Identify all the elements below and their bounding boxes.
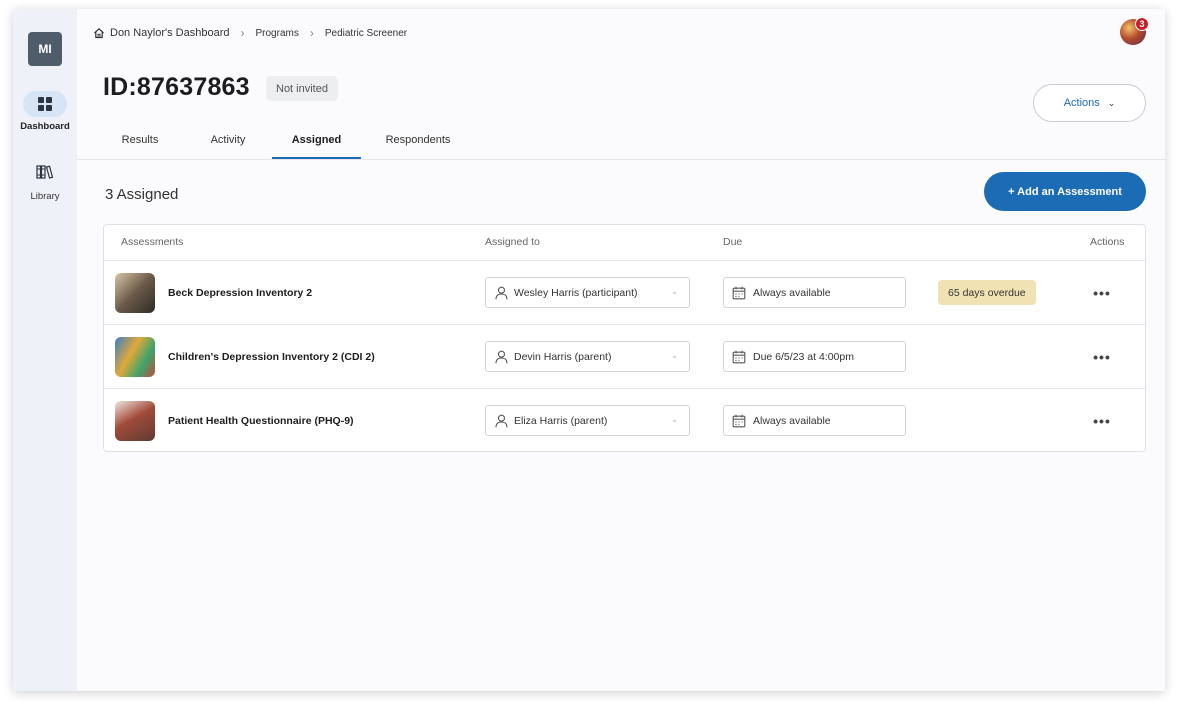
- table-row: Beck Depression Inventory 2 Wesley Harri…: [104, 260, 1145, 324]
- breadcrumb-programs[interactable]: Programs: [256, 28, 299, 39]
- assigned-to-value: Devin Harris (parent): [514, 350, 612, 363]
- sidebar-item-label: Library: [30, 191, 60, 202]
- chevron-right-icon: ›: [240, 26, 245, 40]
- due-date-field[interactable]: Always available: [723, 277, 906, 308]
- assigned-to-value: Wesley Harris (participant): [514, 286, 638, 299]
- tab-respondents[interactable]: Respondents: [371, 127, 465, 159]
- column-header-due: Due: [723, 236, 743, 248]
- breadcrumb-current: Pediatric Screener: [324, 27, 408, 39]
- calendar-icon: [732, 350, 746, 364]
- assessment-name[interactable]: Beck Depression Inventory 2: [168, 287, 312, 299]
- sidebar-item-library[interactable]: Library: [13, 159, 77, 202]
- overdue-badge: 65 days overdue: [938, 280, 1036, 305]
- calendar-icon: [732, 414, 746, 428]
- more-actions-icon[interactable]: •••: [1088, 347, 1116, 367]
- assessment-name[interactable]: Patient Health Questionnaire (PHQ-9): [168, 415, 354, 427]
- dashboard-grid-icon: [38, 97, 52, 111]
- add-assessment-button[interactable]: + Add an Assessment: [984, 172, 1146, 211]
- actions-dropdown-button[interactable]: Actions ⌄: [1033, 84, 1146, 122]
- notification-badge: 3: [1135, 17, 1149, 31]
- more-actions-icon[interactable]: •••: [1088, 411, 1116, 431]
- home-icon: [94, 28, 104, 39]
- person-icon: [494, 286, 508, 300]
- more-actions-icon[interactable]: •••: [1088, 283, 1116, 303]
- library-books-icon: [36, 165, 54, 179]
- person-icon: [494, 414, 508, 428]
- chevron-right-icon: ›: [309, 26, 314, 40]
- user-avatar[interactable]: 3: [1120, 17, 1149, 46]
- tab-assigned[interactable]: Assigned: [272, 127, 361, 159]
- table-row: Children's Depression Inventory 2 (CDI 2…: [104, 324, 1145, 388]
- assigned-to-select[interactable]: Wesley Harris (participant) ⌄: [485, 277, 690, 308]
- breadcrumb-label: Don Naylor's Dashboard: [110, 27, 230, 39]
- chevron-down-icon: ⌄: [671, 351, 678, 360]
- tab-results[interactable]: Results: [103, 127, 177, 159]
- assigned-to-select[interactable]: Devin Harris (parent) ⌄: [485, 341, 690, 372]
- due-value: Always available: [753, 286, 831, 299]
- column-header-assessments: Assessments: [121, 236, 184, 248]
- assigned-to-value: Eliza Harris (parent): [514, 414, 608, 427]
- tab-activity[interactable]: Activity: [187, 127, 269, 159]
- assessment-thumbnail: [115, 337, 155, 377]
- due-value: Always available: [753, 414, 831, 427]
- app-window: MI Dashboard Library Don Naylor's Dashbo…: [13, 9, 1165, 691]
- assessment-thumbnail: [115, 401, 155, 441]
- breadcrumb-dashboard[interactable]: Don Naylor's Dashboard: [93, 27, 230, 39]
- assessment-thumbnail: [115, 273, 155, 313]
- table-row: Patient Health Questionnaire (PHQ-9) Eli…: [104, 388, 1145, 452]
- due-date-field[interactable]: Always available: [723, 405, 906, 436]
- actions-button-label: Actions: [1063, 97, 1100, 109]
- assessment-name[interactable]: Children's Depression Inventory 2 (CDI 2…: [168, 351, 375, 363]
- column-header-actions: Actions: [1090, 236, 1125, 248]
- page-title: ID:87637863: [103, 73, 250, 101]
- tab-bar: Results Activity Assigned Respondents: [103, 127, 1165, 160]
- org-logo[interactable]: MI: [28, 32, 62, 66]
- due-date-field[interactable]: Due 6/5/23 at 4:00pm: [723, 341, 906, 372]
- main-content: Don Naylor's Dashboard › Programs › Pedi…: [77, 9, 1165, 691]
- assigned-table: Assessments Assigned to Due Actions Beck…: [103, 224, 1146, 452]
- due-value: Due 6/5/23 at 4:00pm: [753, 350, 854, 363]
- calendar-icon: [732, 286, 746, 300]
- tab-divider: [77, 159, 1165, 160]
- assigned-count-title: 3 Assigned: [105, 186, 179, 203]
- sidebar: MI Dashboard Library: [13, 9, 77, 691]
- chevron-down-icon: ⌄: [1107, 97, 1116, 108]
- assigned-to-select[interactable]: Eliza Harris (parent) ⌄: [485, 405, 690, 436]
- sidebar-item-dashboard[interactable]: Dashboard: [13, 91, 77, 132]
- column-header-assigned-to: Assigned to: [485, 236, 540, 248]
- breadcrumb: Don Naylor's Dashboard › Programs › Pedi…: [93, 26, 407, 40]
- sidebar-item-label: Dashboard: [20, 121, 70, 132]
- chevron-down-icon: ⌄: [671, 287, 678, 296]
- chevron-down-icon: ⌄: [671, 415, 678, 424]
- person-icon: [494, 350, 508, 364]
- status-badge: Not invited: [266, 76, 338, 101]
